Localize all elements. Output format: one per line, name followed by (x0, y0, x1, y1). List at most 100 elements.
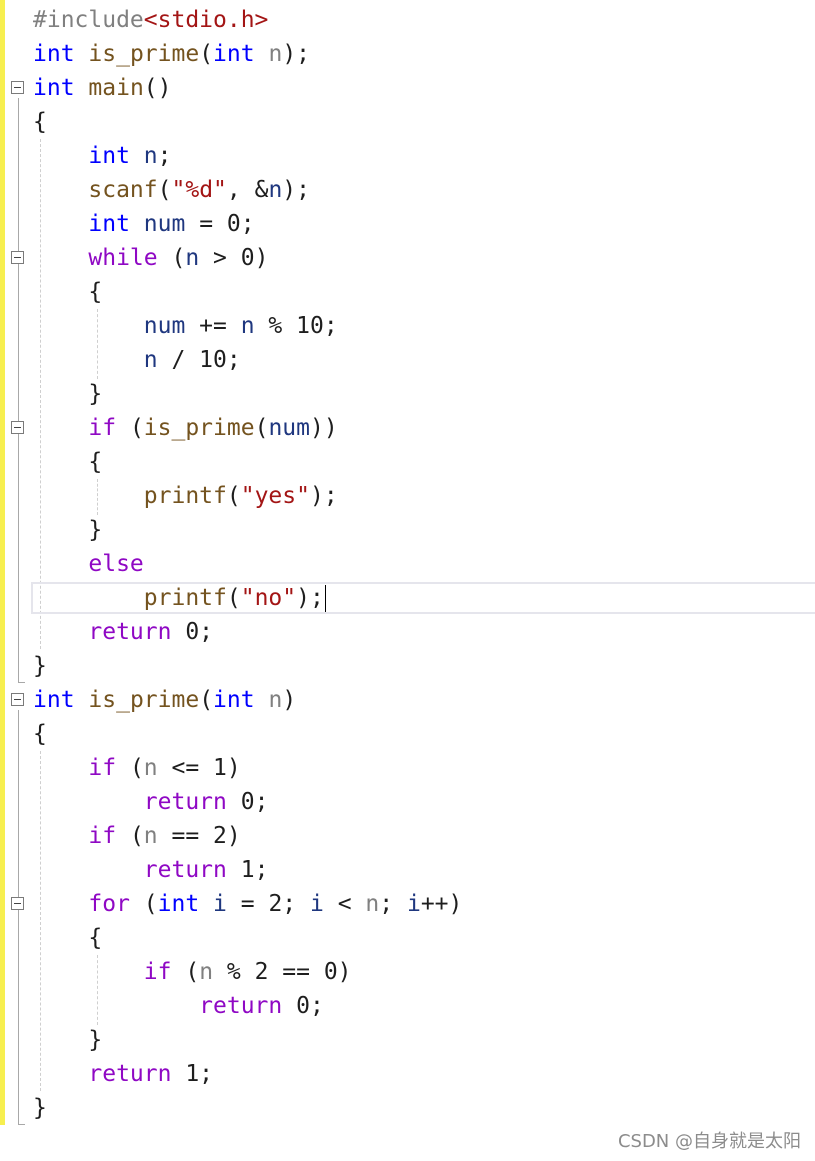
code-token: int (33, 41, 75, 67)
code-text: if (n <= 1) (33, 751, 240, 785)
code-line[interactable]: return 0; (0, 989, 815, 1023)
collapse-icon[interactable] (11, 421, 24, 434)
code-line[interactable]: #include<stdio.h> (0, 3, 815, 37)
code-token: int (213, 41, 255, 67)
code-token: return (88, 619, 172, 645)
code-token: printf (143, 585, 227, 611)
code-token: int (213, 687, 255, 713)
code-line[interactable]: } (0, 1023, 815, 1057)
watermark: CSDN @自身就是太阳 (617, 1131, 801, 1152)
code-line[interactable]: return 0; (0, 785, 815, 819)
code-token: n (365, 891, 380, 917)
code-line[interactable]: if (n <= 1) (0, 751, 815, 785)
code-line[interactable]: { (0, 921, 815, 955)
code-line[interactable]: return 1; (0, 853, 815, 887)
code-token: { (33, 925, 103, 951)
code-text: num += n % 10; (33, 309, 338, 343)
collapse-icon[interactable] (11, 81, 24, 94)
code-text: if (n == 2) (33, 819, 240, 853)
code-text: { (33, 105, 47, 139)
code-text: } (33, 1091, 47, 1125)
code-text: while (n > 0) (33, 241, 268, 275)
code-token: int (33, 75, 75, 101)
code-line[interactable]: n / 10; (0, 343, 815, 377)
code-line[interactable]: int is_prime(int n); (0, 37, 815, 71)
code-text: { (33, 921, 102, 955)
code-token: % 2 == 0) (213, 959, 352, 985)
code-token: } (33, 653, 47, 679)
code-token: int (157, 891, 200, 917)
code-line[interactable]: } (0, 513, 815, 547)
code-line[interactable]: return 1; (0, 1057, 815, 1091)
code-line[interactable]: } (0, 1091, 815, 1125)
code-line[interactable]: { (0, 445, 815, 479)
code-line[interactable]: scanf("%d", &n); (0, 173, 815, 207)
code-line[interactable]: printf("no"); (0, 581, 815, 615)
collapse-icon[interactable] (11, 897, 24, 910)
collapse-icon[interactable] (11, 693, 24, 706)
code-text: printf("no"); (33, 581, 326, 615)
code-token: ); (282, 41, 311, 67)
code-line[interactable]: if (n % 2 == 0) (0, 955, 815, 989)
code-token: if (88, 415, 117, 441)
code-text: scanf("%d", &n); (33, 173, 310, 207)
code-line[interactable]: } (0, 377, 815, 411)
code-line[interactable]: { (0, 717, 815, 751)
code-text: int num = 0; (33, 207, 255, 241)
code-line[interactable]: else (0, 547, 815, 581)
code-token: ( (199, 687, 214, 713)
code-token: = 2; (226, 891, 310, 917)
code-line[interactable]: int n; (0, 139, 815, 173)
code-token: ( (116, 415, 144, 441)
code-token: = 0; (185, 211, 255, 237)
code-token: ( (157, 245, 186, 271)
code-text: n / 10; (33, 343, 241, 377)
code-token: ); (296, 585, 324, 611)
code-token: , & (226, 177, 269, 203)
code-line[interactable]: if (is_prime(num)) (0, 411, 815, 445)
code-token: ; (379, 891, 407, 917)
code-token: num (143, 313, 186, 339)
code-token: { (33, 721, 47, 747)
code-token: n (268, 41, 283, 67)
code-line[interactable]: return 0; (0, 615, 815, 649)
code-token: #include (33, 7, 144, 33)
code-line[interactable]: for (int i = 2; i < n; i++) (0, 887, 815, 921)
code-token: } (33, 381, 103, 407)
code-line[interactable]: if (n == 2) (0, 819, 815, 853)
code-text: } (33, 377, 102, 411)
code-token: ); (282, 177, 310, 203)
code-line[interactable]: while (n > 0) (0, 241, 815, 275)
code-line[interactable]: num += n % 10; (0, 309, 815, 343)
code-token: i (406, 891, 421, 917)
code-token: main (88, 75, 144, 101)
code-token: ( (129, 891, 158, 917)
code-line[interactable]: } (0, 649, 815, 683)
code-line[interactable]: { (0, 105, 815, 139)
collapse-icon[interactable] (11, 251, 24, 264)
code-token: / 10; (157, 347, 241, 373)
code-text: return 0; (33, 615, 213, 649)
code-line[interactable]: int is_prime(int n) (0, 683, 815, 717)
code-token: i (310, 891, 324, 917)
code-line[interactable]: int num = 0; (0, 207, 815, 241)
code-token: ( (226, 585, 241, 611)
code-line[interactable]: printf("yes"); (0, 479, 815, 513)
code-text: { (33, 445, 102, 479)
code-token: n (199, 959, 214, 985)
code-token: return (143, 789, 227, 815)
code-editor[interactable]: #include<stdio.h> int is_prime(int n); int… (0, 3, 815, 1125)
code-token: 1; (226, 857, 269, 883)
code-text: int is_prime(int n); (33, 37, 310, 71)
code-line[interactable]: int main() (0, 71, 815, 105)
code-line[interactable]: { (0, 275, 815, 309)
